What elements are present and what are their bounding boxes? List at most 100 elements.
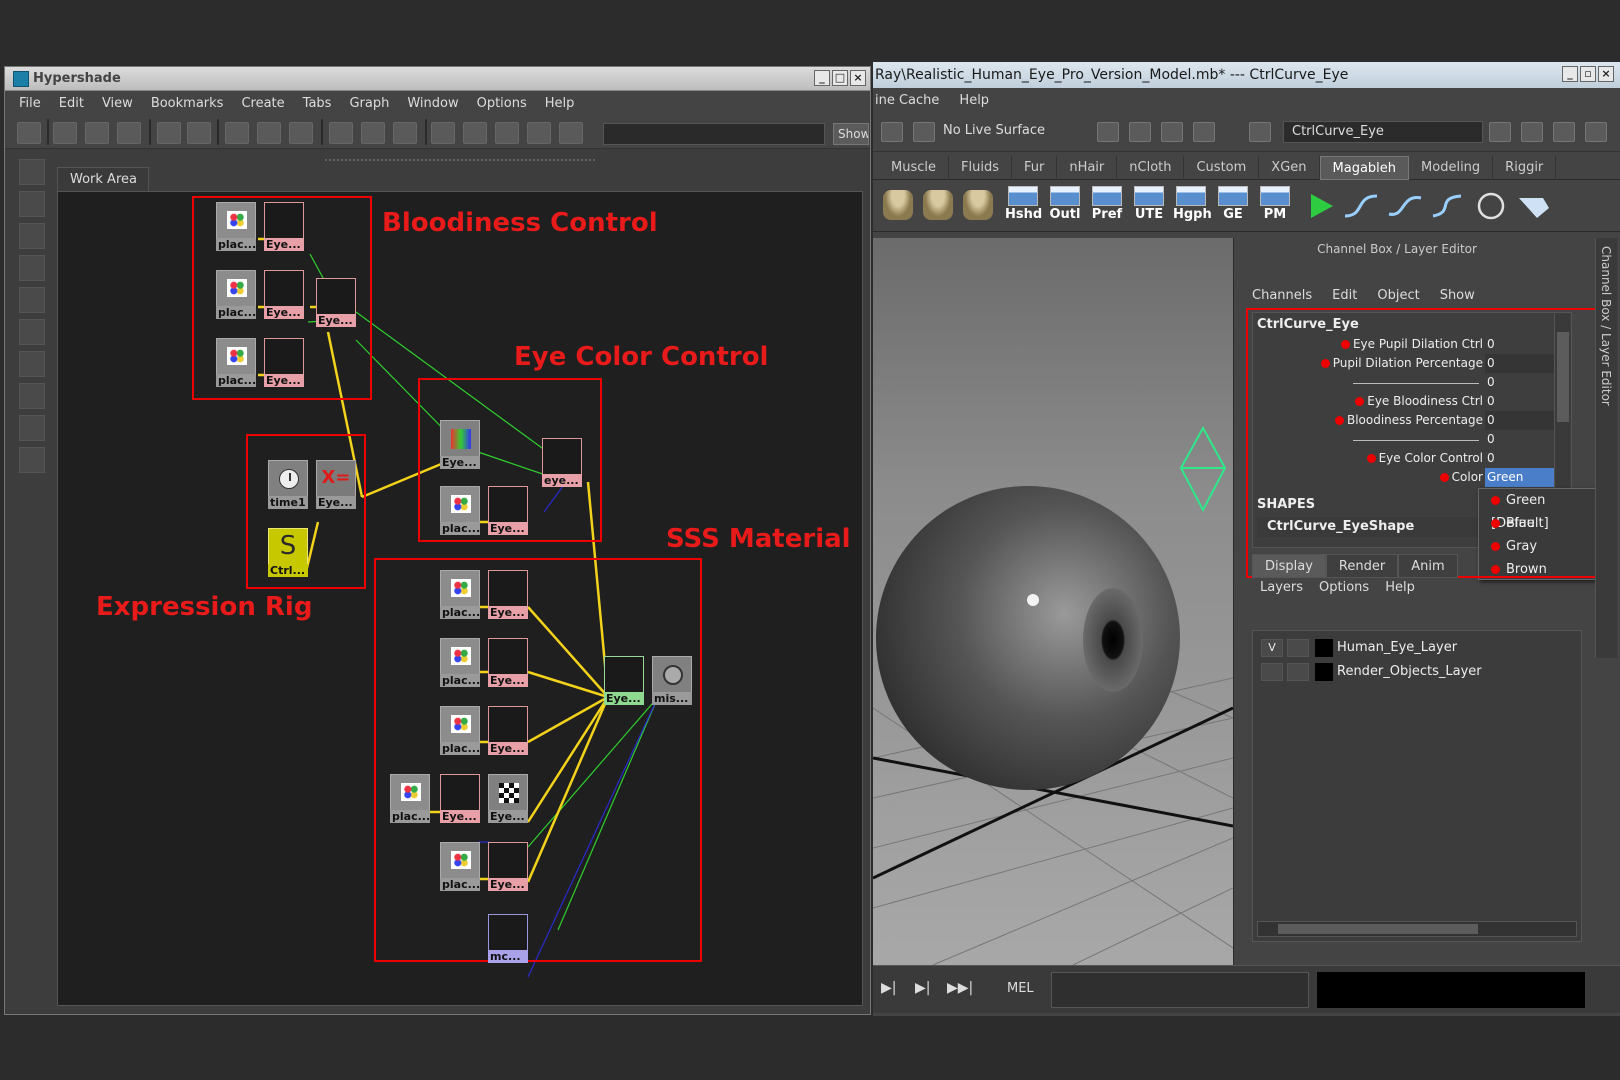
minimize-button[interactable]: _ <box>814 70 830 86</box>
menu-file[interactable]: File <box>19 96 41 111</box>
close-button[interactable]: × <box>850 70 866 86</box>
tab-display[interactable]: Display <box>1252 554 1326 578</box>
side-tool-icon[interactable] <box>19 415 45 441</box>
sort-by-type-icon[interactable] <box>187 122 211 144</box>
ramp-texture-node[interactable]: Eye... <box>488 706 528 755</box>
cylinder-tool-icon[interactable] <box>963 190 993 220</box>
side-tool-icon[interactable] <box>19 447 45 473</box>
tool-settings-icon[interactable] <box>1553 122 1575 142</box>
menu-create[interactable]: Create <box>241 96 284 111</box>
side-tool-icon[interactable] <box>19 191 45 217</box>
layered-texture-node[interactable]: Eye... <box>316 278 356 327</box>
restore-button[interactable]: ▫ <box>1580 66 1596 82</box>
shape-name[interactable]: CtrlCurve_EyeShape <box>1257 517 1485 537</box>
channel-row-color[interactable]: ColorGreen [De... <box>1253 468 1559 503</box>
place2d-texture-node[interactable]: plac... <box>216 202 256 251</box>
menu-edit[interactable]: Edit <box>1332 288 1357 303</box>
color-choice-node[interactable]: Eye... <box>440 420 480 469</box>
menu-show[interactable]: Show <box>1440 288 1475 303</box>
render-history-icon[interactable] <box>1097 122 1119 142</box>
place2d-texture-node[interactable]: plac... <box>440 570 480 619</box>
lock-selection-icon[interactable] <box>1489 122 1511 142</box>
render-view-icon[interactable] <box>431 122 455 144</box>
shelf-tab-muscle[interactable]: Muscle <box>879 156 949 180</box>
shelf-tab-fluids[interactable]: Fluids <box>949 156 1012 180</box>
input-connections-icon[interactable] <box>329 122 353 144</box>
menu-layers[interactable]: Layers <box>1260 580 1303 595</box>
tab-work-area[interactable]: Work Area <box>57 167 149 191</box>
tab-render[interactable]: Render <box>1325 554 1399 578</box>
time-node[interactable]: time1 <box>268 460 308 509</box>
color-enum-field[interactable]: Green [De... <box>1485 468 1559 503</box>
maximize-button[interactable]: □ <box>832 70 848 86</box>
menu-help[interactable]: Help <box>959 93 989 108</box>
side-tool-icon[interactable] <box>19 255 45 281</box>
layout-top-icon[interactable] <box>53 122 77 144</box>
shelf-tab-custom[interactable]: Custom <box>1184 156 1260 180</box>
channel-row[interactable]: Eye Pupil Dilation Ctrl 0 <box>1253 335 1559 354</box>
hypershade-search-input[interactable] <box>603 123 825 145</box>
step-forward-icon[interactable]: ▶| <box>915 980 930 996</box>
toggle-panel-icon[interactable] <box>17 122 41 144</box>
hypershade-work-area[interactable]: Bloodiness Control Eye Color Control Exp… <box>57 191 863 1006</box>
layer-playback-toggle[interactable] <box>1287 663 1309 681</box>
side-tool-icon[interactable] <box>19 383 45 409</box>
minimize-button[interactable]: _ <box>1562 66 1578 82</box>
graph-editor-shelf-button[interactable]: GE <box>1215 186 1251 226</box>
shelf-tab-nhair[interactable]: nHair <box>1057 156 1118 180</box>
sort-by-name-icon[interactable] <box>157 122 181 144</box>
menu-edit[interactable]: Edit <box>59 96 84 111</box>
ute-shelf-button[interactable]: UTE <box>1131 186 1167 226</box>
output-connections-icon[interactable] <box>393 122 417 144</box>
channel-box-icon[interactable] <box>1585 122 1607 142</box>
place2d-texture-node[interactable]: plac... <box>390 774 430 823</box>
menu-bookmarks[interactable]: Bookmarks <box>151 96 224 111</box>
pm-shelf-button[interactable]: PM <box>1257 186 1293 226</box>
side-tool-icon[interactable] <box>19 223 45 249</box>
menu-help[interactable]: Help <box>1385 580 1415 595</box>
layer-color-swatch[interactable] <box>1315 639 1333 657</box>
side-tool-icon[interactable] <box>19 287 45 313</box>
shelf-tab-fur[interactable]: Fur <box>1012 156 1058 180</box>
shelf-tab-modeling[interactable]: Modeling <box>1409 156 1494 180</box>
layer-row[interactable]: Render_Objects_Layer <box>1261 661 1571 683</box>
mel-command-input[interactable] <box>1051 972 1309 1008</box>
side-tool-icon[interactable] <box>19 351 45 377</box>
shelf-tab-ncloth[interactable]: nCloth <box>1117 156 1185 180</box>
dropdown-option-gray[interactable]: Gray <box>1479 535 1605 558</box>
menu-help[interactable]: Help <box>545 96 575 111</box>
menu-tabs[interactable]: Tabs <box>303 96 332 111</box>
select-nodes-icon[interactable] <box>495 122 519 144</box>
layout-bottom-icon[interactable] <box>85 122 109 144</box>
ramp-texture-node[interactable]: Eye... <box>488 638 528 687</box>
menu-channels[interactable]: Channels <box>1252 288 1312 303</box>
panel-resize-handle[interactable] <box>325 159 595 163</box>
preferences-shelf-button[interactable]: Pref <box>1089 186 1125 226</box>
hypershade-shelf-button[interactable]: Hshd <box>1005 186 1042 226</box>
frame-all-icon[interactable] <box>527 122 551 144</box>
layout-both-icon[interactable] <box>117 122 141 144</box>
sss-material-node[interactable]: Eye... <box>604 656 644 705</box>
dropdown-option-brown[interactable]: Brown <box>1479 558 1605 581</box>
menu-window[interactable]: Window <box>407 96 458 111</box>
render-settings-icon[interactable] <box>1193 122 1215 142</box>
hypergraph-shelf-button[interactable]: Hgph <box>1173 186 1212 226</box>
snap-icon[interactable] <box>881 122 903 142</box>
ramp-texture-node[interactable]: Eye... <box>488 570 528 619</box>
place2d-texture-node[interactable]: plac... <box>440 706 480 755</box>
shelf-tab-rigging[interactable]: Riggir <box>1493 156 1557 180</box>
shelf-tab-xgen[interactable]: XGen <box>1259 156 1320 180</box>
clear-graph-icon[interactable] <box>225 122 249 144</box>
ramp-texture-node[interactable]: Eye... <box>264 338 304 387</box>
ramp-texture-node[interactable]: Eye... <box>440 774 480 823</box>
ramp-texture-node[interactable]: Eye... <box>488 486 528 535</box>
3d-viewport[interactable] <box>873 238 1233 965</box>
mc-node[interactable]: mc... <box>488 914 528 963</box>
graph-materials-icon[interactable] <box>289 122 313 144</box>
input-mode-icon[interactable] <box>1249 122 1271 142</box>
outliner-shelf-button[interactable]: Outl <box>1047 186 1083 226</box>
channel-row[interactable]: Eye Color Control 0 <box>1253 449 1559 468</box>
channel-row[interactable]: Bloodiness Percentage 0 <box>1253 411 1559 430</box>
maya-titlebar[interactable]: Ray\Realistic_Human_Eye_Pro_Version_Mode… <box>873 62 1620 88</box>
layer-horizontal-scrollbar[interactable] <box>1257 921 1577 937</box>
